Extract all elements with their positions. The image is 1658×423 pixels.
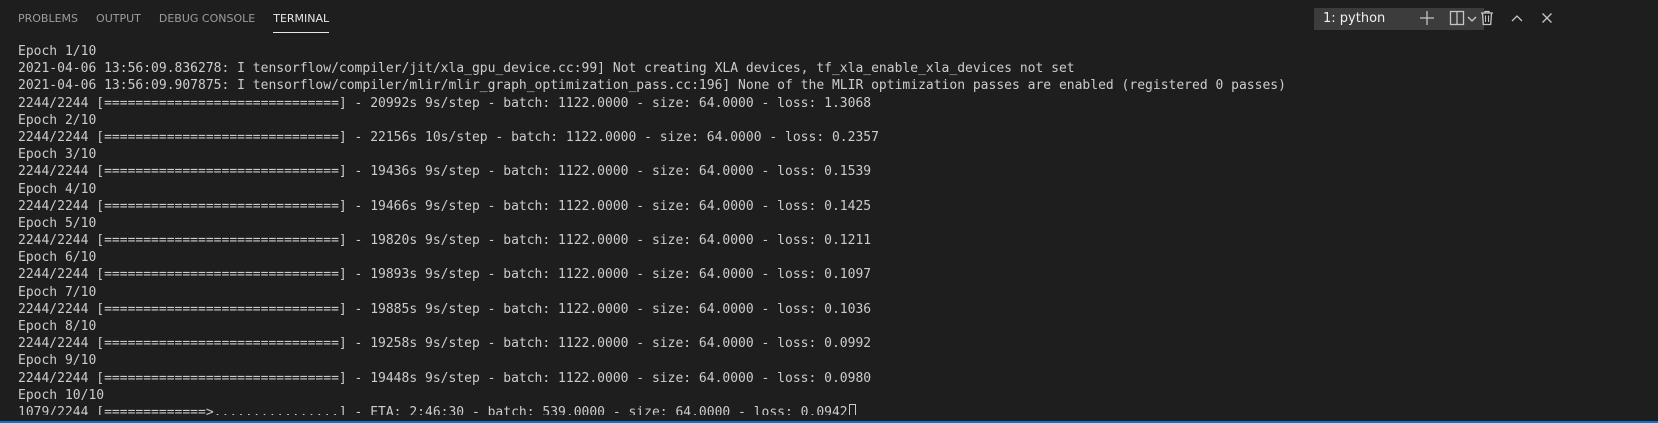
panel-header: PROBLEMS OUTPUT DEBUG CONSOLE TERMINAL 1… <box>0 0 1658 36</box>
terminal-line: Epoch 7/10 <box>18 284 97 300</box>
terminal-line: Epoch 2/10 <box>18 112 97 128</box>
maximize-panel-button[interactable] <box>1507 8 1527 28</box>
tab-output[interactable]: OUTPUT <box>96 0 141 36</box>
terminal-current-text: 1079/2244 [=============>...............… <box>18 404 848 415</box>
terminal-output[interactable]: Epoch 1/10 2021-04-06 13:56:09.836278: I… <box>18 43 1648 415</box>
chevron-down-icon <box>1467 16 1477 22</box>
terminal-line: 2244/2244 [=============================… <box>18 336 872 352</box>
split-terminal-button[interactable] <box>1447 8 1467 28</box>
tab-debug-console[interactable]: DEBUG CONSOLE <box>159 0 255 36</box>
terminal-line: 2021-04-06 13:56:09.836278: I tensorflow… <box>18 61 1075 77</box>
terminal-line: 2244/2244 [=============================… <box>18 198 872 214</box>
terminal-line: 2244/2244 [=============================… <box>18 301 872 317</box>
chevron-up-icon <box>1511 15 1523 22</box>
trash-icon <box>1481 10 1493 26</box>
terminal-line: Epoch 10/10 <box>18 387 105 403</box>
terminal-line: 2021-04-06 13:56:09.907875: I tensorflow… <box>18 78 1286 94</box>
terminal-line: 2244/2244 [=============================… <box>18 95 872 111</box>
terminal-line: Epoch 8/10 <box>18 319 97 334</box>
terminal-cursor <box>848 403 856 415</box>
terminal-line: Epoch 5/10 <box>18 215 97 231</box>
terminal-selector-value: 1: python <box>1323 11 1386 26</box>
terminal-line-current: 1079/2244 [=============>...............… <box>18 403 1648 415</box>
tab-problems[interactable]: PROBLEMS <box>18 0 78 36</box>
close-panel-button[interactable] <box>1537 8 1557 28</box>
terminal-line: 2244/2244 [=============================… <box>18 233 872 249</box>
terminal-line: 2244/2244 [=============================… <box>18 164 872 180</box>
terminal-line: 2244/2244 [=============================… <box>18 129 879 145</box>
split-icon <box>1449 10 1465 26</box>
kill-terminal-button[interactable] <box>1477 8 1497 28</box>
terminal-line: 2244/2244 [=============================… <box>18 267 872 283</box>
terminal-line: 2244/2244 [=============================… <box>18 370 872 386</box>
terminal-line: Epoch 1/10 <box>18 44 97 59</box>
terminal-panel: PROBLEMS OUTPUT DEBUG CONSOLE TERMINAL 1… <box>0 0 1658 423</box>
panel-tabs: PROBLEMS OUTPUT DEBUG CONSOLE TERMINAL <box>18 0 329 36</box>
plus-icon <box>1420 11 1434 25</box>
terminal-line: Epoch 6/10 <box>18 250 97 266</box>
tab-terminal[interactable]: TERMINAL <box>273 0 329 36</box>
terminal-line: Epoch 4/10 <box>18 181 97 197</box>
terminal-line: Epoch 9/10 <box>18 353 97 369</box>
new-terminal-button[interactable] <box>1417 8 1437 28</box>
terminal-line: Epoch 3/10 <box>18 147 97 163</box>
close-icon <box>1542 13 1552 23</box>
